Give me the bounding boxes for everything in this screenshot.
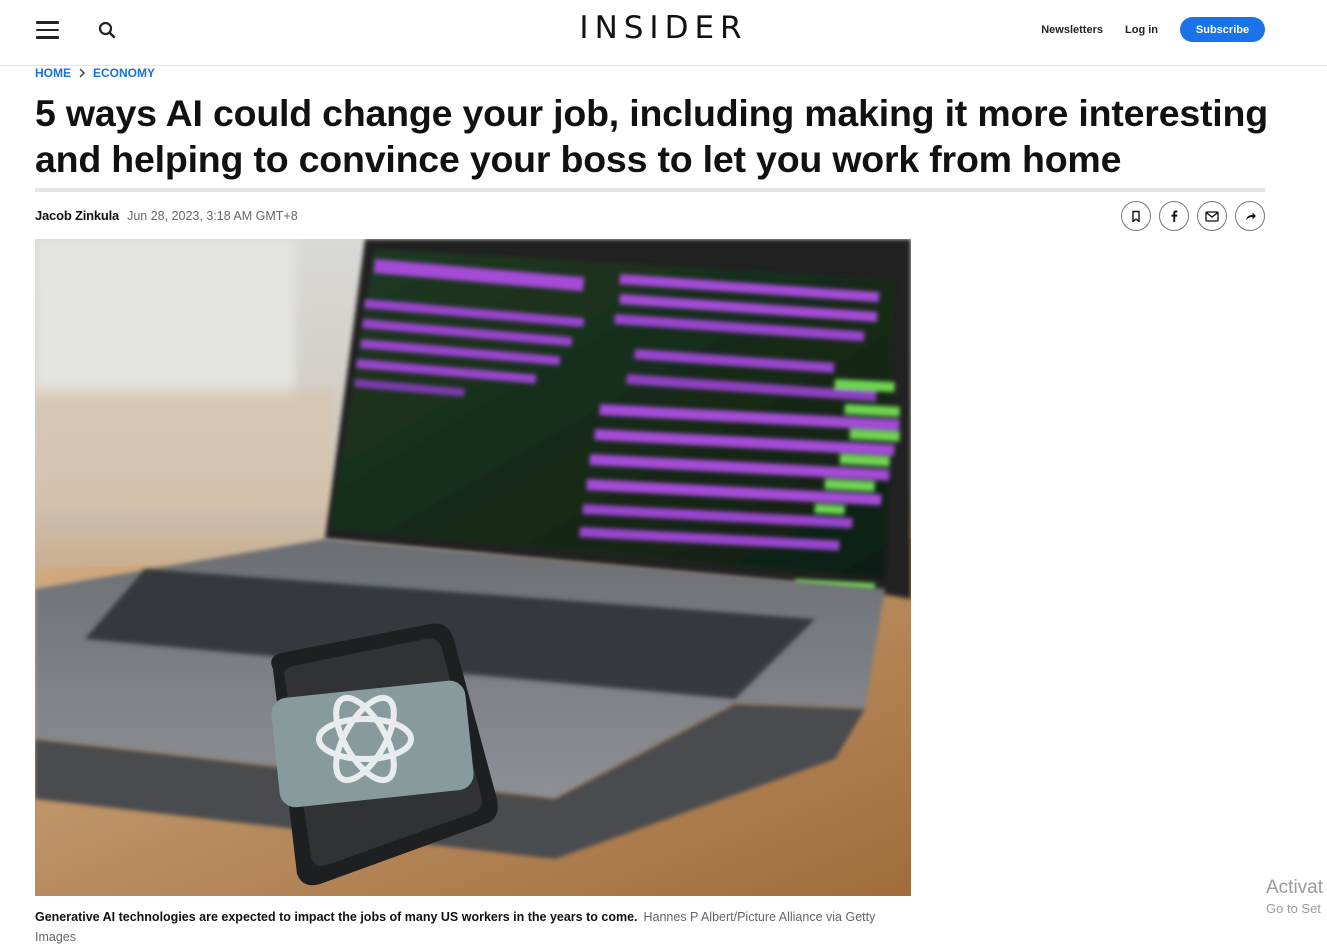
author-link[interactable]: Jacob Zinkula — [35, 208, 119, 223]
breadcrumb-section[interactable]: ECONOMY — [93, 66, 155, 80]
watermark-line1: Activat — [1266, 877, 1324, 898]
newsletters-link[interactable]: Newsletters — [1041, 24, 1103, 36]
search-icon[interactable] — [97, 20, 117, 40]
byline: Jacob Zinkula Jun 28, 2023, 3:18 AM GMT+… — [35, 208, 298, 223]
header-nav: Newsletters Log in Subscribe — [1041, 17, 1265, 42]
share-arrow-icon[interactable] — [1235, 201, 1265, 231]
breadcrumb: HOME ECONOMY — [35, 66, 155, 80]
site-logo[interactable]: INSIDER — [579, 10, 747, 46]
breadcrumb-home[interactable]: HOME — [35, 66, 71, 80]
caption-text: Generative AI technologies are expected … — [35, 910, 638, 924]
email-icon[interactable] — [1197, 201, 1227, 231]
share-toolbar — [1113, 201, 1265, 231]
chevron-right-icon — [71, 67, 93, 79]
image-caption: Generative AI technologies are expected … — [35, 907, 915, 947]
article-headline: 5 ways AI could change your job, includi… — [35, 92, 1268, 180]
watermark-line2: Go to Set — [1266, 901, 1321, 916]
hero-image — [35, 239, 911, 896]
login-link[interactable]: Log in — [1125, 24, 1158, 36]
publish-date: Jun 28, 2023, 3:18 AM GMT+8 — [127, 209, 298, 223]
site-header: INSIDER Newsletters Log in Subscribe — [0, 0, 1327, 66]
windows-activation-watermark: Activat Go to Set — [1266, 876, 1323, 918]
bookmark-icon[interactable] — [1121, 201, 1151, 231]
subscribe-button[interactable]: Subscribe — [1180, 17, 1265, 42]
facebook-icon[interactable] — [1159, 201, 1189, 231]
menu-icon[interactable] — [36, 21, 60, 39]
headline-divider — [35, 188, 1265, 192]
